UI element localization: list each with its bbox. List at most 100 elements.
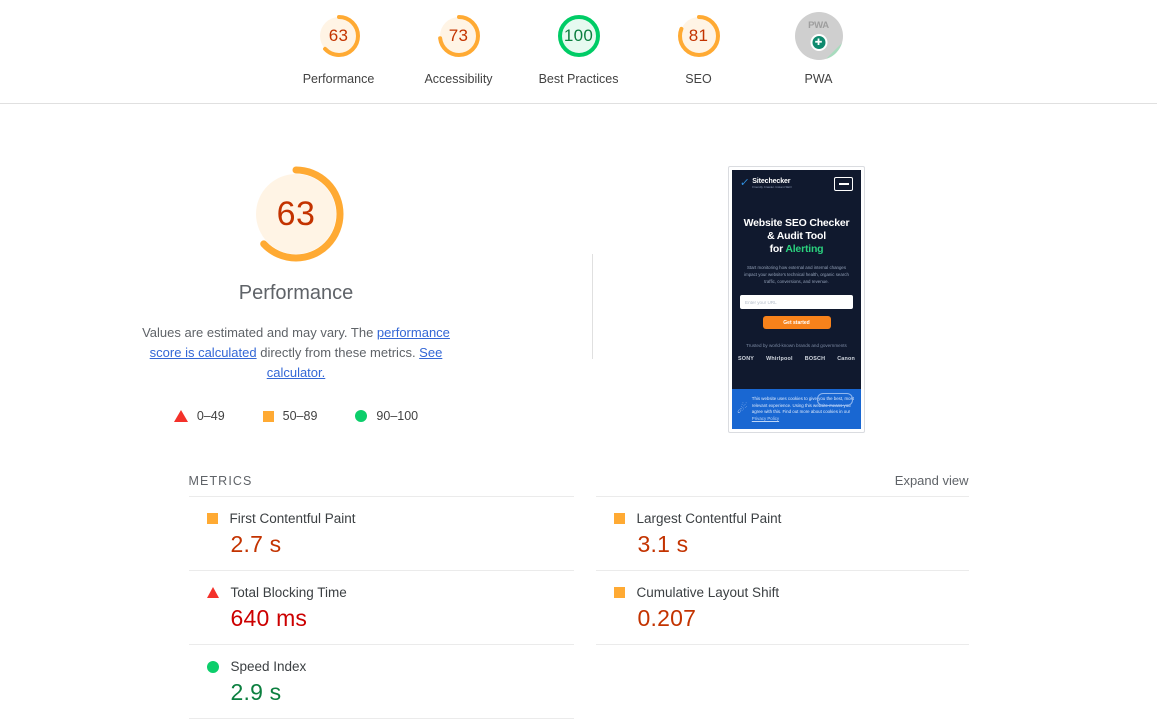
thumb-brand-name: Sitechecker Friendly Crawler. Instant SE… xyxy=(752,178,792,189)
legend-item-good: 90–100 xyxy=(355,409,418,423)
thumb-logo-canon: Canon xyxy=(837,356,855,362)
gauge-best-practices-small: 100 xyxy=(555,12,603,60)
description-text-2: directly from these metrics. xyxy=(256,345,420,360)
metric-label: First Contentful Paint xyxy=(229,511,356,526)
circle-icon xyxy=(206,660,219,673)
privacy-policy-link: Privacy Policy xyxy=(751,415,780,421)
gauge-performance-large: 63 xyxy=(246,164,346,264)
score-chip-accessibility[interactable]: 73 Accessibility xyxy=(424,12,493,86)
score-label-performance: Performance xyxy=(302,72,375,86)
metric-speed-index[interactable]: Speed Index 2.9 s xyxy=(188,644,574,719)
score-value-seo: 81 xyxy=(688,26,709,45)
legend-range-good: 90–100 xyxy=(376,409,419,423)
thumb-url-input: Enter your URL xyxy=(740,295,853,309)
triangle-icon xyxy=(206,587,219,598)
metric-largest-contentful-paint[interactable]: Largest Contentful Paint 3.1 s xyxy=(595,496,969,570)
score-label-seo: SEO xyxy=(685,72,712,86)
circle-icon xyxy=(355,410,368,422)
thumb-trusted-text: Trusted by world-known brands and govern… xyxy=(746,343,847,348)
square-icon xyxy=(206,513,218,524)
score-chip-pwa[interactable]: PWA ✚ PWA xyxy=(787,12,851,86)
metric-header: Largest Contentful Paint xyxy=(596,511,969,526)
thumb-headline-line3-prefix: for xyxy=(769,243,786,255)
score-chip-seo[interactable]: 81 SEO xyxy=(667,12,731,86)
square-icon xyxy=(613,513,625,524)
metrics-grid: First Contentful Paint 2.7 s Largest Con… xyxy=(188,496,969,719)
thumb-logo-sony: SONY xyxy=(738,356,755,362)
thumb-headline-line1: Website SEO Checker xyxy=(743,217,850,229)
score-label-pwa: PWA xyxy=(804,72,833,86)
metric-empty-cell xyxy=(595,644,969,719)
metric-header: Speed Index xyxy=(189,659,574,674)
score-chip-performance[interactable]: 63 Performance xyxy=(303,12,374,86)
metric-value: 0.207 xyxy=(637,605,697,631)
thumb-brand-tagline: Friendly Crawler. Instant SEO xyxy=(752,185,792,190)
performance-description: Values are estimated and may vary. The p… xyxy=(131,323,461,383)
metric-label: Speed Index xyxy=(230,659,307,674)
gauge-seo-small: 81 xyxy=(675,12,723,60)
metrics-section: METRICS Expand view First Contentful Pai… xyxy=(188,473,969,719)
thumb-subtext: Start monitoring how external and intern… xyxy=(744,265,849,284)
performance-score-value: 63 xyxy=(276,194,316,233)
metric-label: Total Blocking Time xyxy=(230,585,347,600)
legend-range-poor: 0–49 xyxy=(196,409,225,423)
square-icon xyxy=(613,587,625,598)
checkmark-icon: ✓ xyxy=(739,177,751,190)
thumb-brand-text: Sitechecker xyxy=(752,178,791,186)
report-body: 63 Performance Values are estimated and … xyxy=(0,104,1157,719)
metrics-section-title: METRICS xyxy=(188,473,253,488)
metric-value: 2.7 s xyxy=(230,531,282,557)
score-label-accessibility: Accessibility xyxy=(424,72,493,86)
thumb-headline-accent: Alerting xyxy=(785,243,824,255)
metric-cumulative-layout-shift[interactable]: Cumulative Layout Shift 0.207 xyxy=(595,570,969,644)
score-value-best-practices: 100 xyxy=(563,26,594,45)
thumb-headline: Website SEO Checker & Audit Tool for Ale… xyxy=(738,217,855,256)
pwa-install-icon: ✚ xyxy=(810,34,827,51)
hamburger-menu-icon xyxy=(834,177,853,191)
description-text-1: Values are estimated and may vary. The xyxy=(142,325,377,340)
metric-header: Cumulative Layout Shift xyxy=(596,585,969,600)
metric-value: 2.9 s xyxy=(230,679,282,705)
metric-first-contentful-paint[interactable]: First Contentful Paint 2.7 s xyxy=(188,496,574,570)
metric-header: Total Blocking Time xyxy=(189,585,574,600)
thumb-brand-logos: SONY Whirlpool BOSCH Canon xyxy=(738,356,855,362)
triangle-icon xyxy=(173,410,188,422)
expand-view-toggle[interactable]: Expand view xyxy=(895,473,969,488)
performance-title: Performance xyxy=(238,282,354,304)
thumb-headline-line2: & Audit Tool xyxy=(767,230,826,242)
thumb-logo-bosch: BOSCH xyxy=(804,356,826,362)
legend-item-poor: 0–49 xyxy=(173,409,225,423)
metric-value: 640 ms xyxy=(230,605,308,631)
final-screenshot-frame: ✓ Sitechecker Friendly Crawler. Instant … xyxy=(728,166,865,433)
performance-hero: 63 Performance Values are estimated and … xyxy=(0,104,1157,433)
metrics-header: METRICS Expand view xyxy=(189,473,969,496)
thumb-logo: ✓ Sitechecker Friendly Crawler. Instant … xyxy=(739,177,792,190)
thumb-navbar: ✓ Sitechecker Friendly Crawler. Instant … xyxy=(732,170,861,191)
legend-range-average: 50–89 xyxy=(282,409,318,423)
final-screenshot: ✓ Sitechecker Friendly Crawler. Instant … xyxy=(732,170,861,429)
hero-screenshot-column: ✓ Sitechecker Friendly Crawler. Instant … xyxy=(593,164,1157,433)
category-score-header: 63 Performance 73 Accessibility 100 Best… xyxy=(0,0,1157,104)
metric-header: First Contentful Paint xyxy=(189,511,574,526)
score-chip-best-practices[interactable]: 100 Best Practices xyxy=(539,12,618,86)
legend-item-average: 50–89 xyxy=(262,409,318,423)
metric-total-blocking-time[interactable]: Total Blocking Time 640 ms xyxy=(188,570,574,644)
score-legend: 0–49 50–89 90–100 xyxy=(173,409,418,423)
thumb-get-started-button: Get started xyxy=(762,316,831,329)
square-icon xyxy=(262,410,274,422)
score-value-performance: 63 xyxy=(328,26,349,45)
score-value-accessibility: 73 xyxy=(448,26,469,45)
hero-gauge-column: 63 Performance Values are estimated and … xyxy=(0,164,592,423)
cookie-icon: ☄ xyxy=(737,402,748,416)
metric-value: 3.1 s xyxy=(637,531,689,557)
metric-label: Largest Contentful Paint xyxy=(636,511,782,526)
gauge-accessibility-small: 73 xyxy=(435,12,483,60)
pwa-badge-icon: PWA ✚ xyxy=(794,12,843,60)
gauge-performance-small: 63 xyxy=(315,12,363,60)
thumb-cookie-banner: ☄ This website uses cookies to give you … xyxy=(732,389,861,429)
metric-label: Cumulative Layout Shift xyxy=(636,585,780,600)
pwa-badge-text: PWA xyxy=(808,20,829,31)
cookie-accept-button xyxy=(817,393,853,406)
score-label-best-practices: Best Practices xyxy=(538,72,619,86)
thumb-logo-whirlpool: Whirlpool xyxy=(766,356,793,362)
